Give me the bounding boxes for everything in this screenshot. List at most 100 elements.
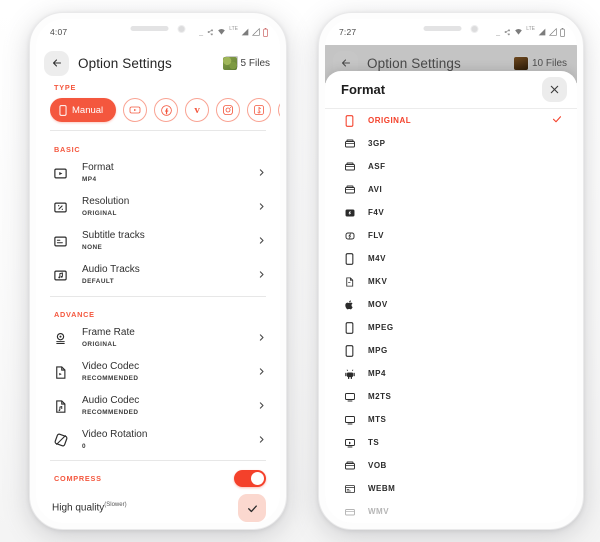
format-option-webm[interactable]: WEBM	[325, 477, 577, 500]
row-text: Audio Tracks DEFAULT	[82, 264, 257, 286]
format-option-mts[interactable]: MTS	[325, 408, 577, 431]
front-camera-icon	[470, 24, 479, 33]
row-resolution[interactable]: Resolution ORIGINAL	[36, 190, 280, 224]
format-option-asf[interactable]: ASF	[325, 155, 577, 178]
rotate-icon	[52, 432, 69, 449]
film-icon	[343, 505, 356, 518]
type-chip-instagram[interactable]	[216, 98, 241, 122]
format-option-m2ts[interactable]: M2TS	[325, 385, 577, 408]
row-audio-tracks[interactable]: Audio Tracks DEFAULT	[36, 258, 280, 292]
compress-toggle[interactable]	[234, 469, 266, 487]
type-chip-youtube[interactable]	[123, 98, 148, 122]
files-chip[interactable]: 5 Files	[222, 56, 270, 70]
format-option-m4v[interactable]: M4V	[325, 247, 577, 270]
type-chip-vimeo[interactable]: v	[185, 98, 210, 122]
row-frame-rate[interactable]: Frame Rate ORIGINAL	[36, 321, 280, 355]
type-chip-facebook[interactable]	[154, 98, 179, 122]
format-option-mov[interactable]: MOV	[325, 293, 577, 316]
back-button[interactable]	[44, 50, 69, 76]
row-video-rotation[interactable]: Video Rotation 0	[36, 423, 280, 457]
bluetooth-share-icon	[207, 29, 214, 36]
row-format[interactable]: Format MP4	[36, 156, 280, 190]
format-option-mp4[interactable]: MP4	[325, 362, 577, 385]
close-button[interactable]	[542, 77, 567, 102]
type-chip-row[interactable]: Manual v	[50, 95, 280, 125]
format-option-3gp[interactable]: 3GP	[325, 132, 577, 155]
format-option-original[interactable]: ORIGINAL	[325, 109, 577, 132]
format-option-label: MPEG	[368, 323, 394, 332]
flash-icon	[343, 206, 356, 219]
chevron-right-icon	[257, 232, 266, 250]
phone-icon	[59, 104, 67, 116]
type-chip-tiktok[interactable]	[247, 98, 272, 122]
format-option-label: MOV	[368, 300, 388, 309]
toggle-knob	[251, 471, 264, 485]
chevron-right-icon	[257, 164, 266, 182]
row-audio-codec[interactable]: Audio Codec RECOMMENDED	[36, 389, 280, 423]
row-text: Audio Codec RECOMMENDED	[82, 395, 257, 417]
format-option-mpeg[interactable]: MPEG	[325, 316, 577, 339]
close-icon	[550, 85, 559, 94]
high-quality-row[interactable]: High quality(Slower)	[36, 491, 280, 523]
format-option-ts[interactable]: TS	[325, 431, 577, 454]
tv-icon	[343, 413, 356, 426]
format-option-wmv[interactable]: WMV	[325, 500, 577, 523]
subtitle-icon	[52, 233, 69, 250]
type-chip-likee[interactable]	[278, 98, 280, 122]
screen-right: 7:27 _ LTE Option Settings 10 Files Form…	[325, 19, 577, 523]
advance-list: Frame Rate ORIGINAL Video Codec RECOMMEN…	[36, 321, 280, 457]
format-option-f4v[interactable]: F4V	[325, 201, 577, 224]
section-label-advance: ADVANCE	[54, 310, 95, 319]
row-subtitle-tracks[interactable]: Subtitle tracks NONE	[36, 224, 280, 258]
section-label-type: TYPE	[54, 83, 77, 92]
framerate-icon	[52, 330, 69, 347]
basic-list: Format MP4 Resolution ORIGINAL Subtitle …	[36, 156, 280, 292]
chevron-right-icon	[257, 198, 266, 216]
row-video-codec[interactable]: Video Codec RECOMMENDED	[36, 355, 280, 389]
tiktok-icon	[254, 105, 265, 115]
row-text: Resolution ORIGINAL	[82, 196, 257, 218]
row-title: Audio Tracks	[82, 264, 140, 275]
format-option-label: MP4	[368, 369, 386, 378]
format-option-label: MKV	[368, 277, 388, 286]
high-quality-sup: (Slower)	[104, 502, 127, 509]
film-icon	[343, 137, 356, 150]
files-count-label: 10 Files	[531, 57, 567, 69]
facebook-icon	[160, 104, 172, 116]
phone-notch-right	[423, 23, 479, 34]
row-text: Video Codec RECOMMENDED	[82, 361, 257, 383]
format-option-label: WMV	[368, 507, 390, 516]
format-option-vob[interactable]: VOB	[325, 454, 577, 477]
high-quality-checkbox[interactable]	[238, 494, 266, 522]
row-title: Audio Codec	[82, 395, 140, 406]
screenshot-stage: 4:07 _ LTE Option Settings 5 Files TYPE …	[0, 0, 600, 542]
divider-basic	[50, 296, 266, 297]
format-option-mkv[interactable]: MKV	[325, 270, 577, 293]
chevron-right-icon	[257, 431, 266, 449]
format-option-list[interactable]: ORIGINAL 3GP ASF AVI F4V FLV M4V MKV MOV…	[325, 109, 577, 523]
file-thumbnail	[513, 56, 528, 70]
film-icon	[343, 160, 356, 173]
phone-icon	[343, 252, 356, 265]
earpiece-speaker	[423, 26, 462, 31]
row-text: Format MP4	[82, 162, 257, 184]
film-icon	[343, 183, 356, 196]
instagram-icon	[223, 105, 234, 115]
format-bottom-sheet: Format ORIGINAL 3GP ASF AVI F4V FLV M4V …	[325, 71, 577, 523]
phone-icon	[343, 321, 356, 334]
files-chip[interactable]: 10 Files	[513, 56, 567, 70]
vimeo-icon: v	[194, 103, 200, 116]
row-value: RECOMMENDED	[82, 375, 139, 382]
type-chip-label: Manual	[72, 104, 104, 116]
row-value: MP4	[82, 176, 97, 183]
tv-icon	[343, 436, 356, 449]
format-option-mpg[interactable]: MPG	[325, 339, 577, 362]
format-option-flv[interactable]: FLV	[325, 224, 577, 247]
type-chip-manual[interactable]: Manual	[50, 98, 117, 122]
format-option-avi[interactable]: AVI	[325, 178, 577, 201]
status-time: 7:27	[339, 27, 357, 37]
status-icons-right: _ LTE	[496, 26, 565, 37]
network-type-label: LTE	[229, 26, 238, 32]
row-value: ORIGINAL	[82, 210, 117, 217]
row-title: Video Rotation	[82, 429, 148, 440]
